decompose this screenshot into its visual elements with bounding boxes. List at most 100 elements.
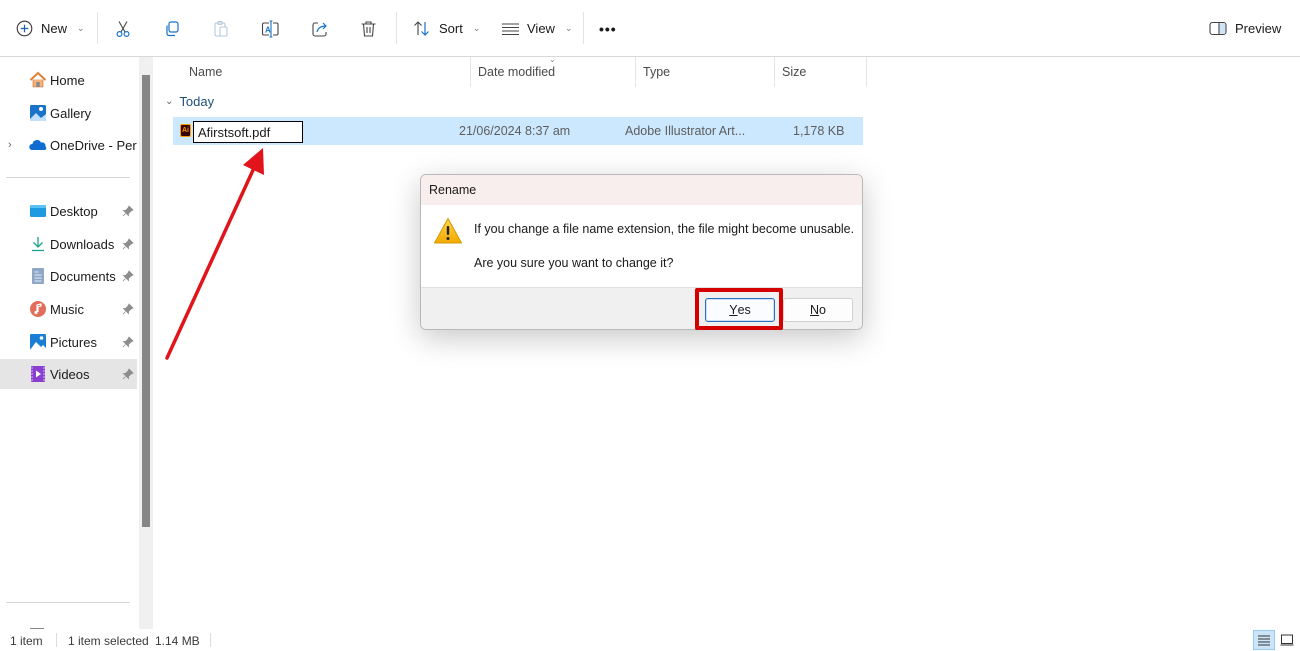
sidebar-item-downloads[interactable]: Downloads: [0, 229, 137, 259]
status-item-count: 1 item: [10, 634, 43, 648]
copy-icon: [163, 20, 181, 38]
rename-icon: A: [261, 19, 280, 38]
column-divider[interactable]: [866, 57, 867, 87]
pin-icon[interactable]: [122, 270, 134, 282]
column-header-date-modified[interactable]: Date modified: [478, 57, 555, 87]
sort-button[interactable]: Sort ⌄: [413, 12, 480, 45]
column-divider[interactable]: [470, 57, 471, 87]
more-icon: •••: [599, 20, 617, 37]
status-selection-size: 1.14 MB: [155, 634, 200, 648]
delete-icon: [360, 20, 377, 38]
videos-icon: [29, 365, 47, 383]
status-divider: [210, 633, 211, 647]
yes-button[interactable]: Yes: [705, 298, 775, 322]
plus-circle-icon: [16, 20, 33, 37]
sidebar-item-home[interactable]: Home: [0, 65, 137, 95]
sidebar-item-pictures[interactable]: Pictures: [0, 327, 137, 357]
column-header-label: Date modified: [478, 65, 556, 79]
chevron-right-icon[interactable]: ›: [8, 139, 12, 151]
column-header-type[interactable]: Type: [643, 57, 670, 87]
downloads-icon: [29, 235, 47, 253]
pin-icon[interactable]: [122, 238, 134, 250]
dialog-question: Are you sure you want to change it?: [474, 256, 674, 270]
view-icon: [502, 22, 519, 36]
sidebar-item-label: Documents: [50, 268, 116, 284]
sidebar-item-onedrive[interactable]: › OneDrive - Personal: [0, 130, 137, 160]
column-header-name[interactable]: Name: [189, 57, 222, 87]
sidebar-item-label: Music: [50, 301, 84, 317]
chevron-down-icon: ⌄: [77, 23, 85, 33]
column-header-label: Size: [782, 65, 807, 79]
pin-icon[interactable]: [122, 205, 134, 217]
rename-button[interactable]: A: [261, 12, 280, 45]
pictures-icon: [29, 333, 47, 351]
pin-icon[interactable]: [122, 303, 134, 315]
sidebar-item-music[interactable]: Music: [0, 294, 137, 324]
group-header-today[interactable]: ⌄ Today: [165, 94, 214, 109]
view-label: View: [527, 21, 555, 36]
new-button[interactable]: New ⌄: [16, 12, 85, 45]
navigation-pane: Home Gallery › OneDrive - Personal Deskt…: [0, 57, 140, 629]
svg-text:A: A: [265, 25, 271, 34]
delete-button[interactable]: [360, 12, 377, 45]
sidebar-item-desktop[interactable]: Desktop: [0, 196, 137, 226]
onedrive-icon: [29, 136, 47, 154]
music-icon: [29, 300, 47, 318]
home-icon: [29, 71, 47, 89]
preview-label: Preview: [1235, 21, 1282, 36]
sidebar-item-gallery[interactable]: Gallery: [0, 98, 137, 128]
column-divider[interactable]: [635, 57, 636, 87]
file-type: Adobe Illustrator Art...: [625, 124, 746, 138]
details-view-icon: [1258, 635, 1270, 646]
tiles-view-toggle[interactable]: [1276, 630, 1298, 650]
desktop-icon: [29, 202, 47, 220]
copy-button[interactable]: [163, 12, 181, 45]
dialog-body: If you change a file name extension, the…: [421, 205, 862, 287]
file-size: 1,178 KB: [793, 124, 845, 138]
sidebar-item-label: Gallery: [50, 105, 92, 121]
dialog-title: Rename: [421, 175, 862, 205]
pin-icon[interactable]: [122, 368, 134, 380]
sidebar-item-label: Home: [50, 72, 85, 88]
sidebar-item-videos[interactable]: Videos: [0, 359, 137, 389]
dialog-footer: Yes No: [421, 287, 862, 329]
file-date-modified: 21/06/2024 8:37 am: [459, 124, 571, 138]
yes-mnemonic: Y: [729, 303, 738, 317]
more-options-button[interactable]: •••: [599, 12, 617, 45]
sidebar-item-documents[interactable]: Documents: [0, 261, 137, 291]
column-header-size[interactable]: Size: [782, 57, 806, 87]
toolbar-divider: [583, 12, 584, 44]
group-label: Today: [179, 94, 215, 109]
rename-confirmation-dialog: Rename If you change a file name extensi…: [420, 174, 863, 330]
share-button[interactable]: [311, 12, 329, 45]
column-divider[interactable]: [774, 57, 775, 87]
no-label-rest: o: [819, 303, 826, 317]
view-button[interactable]: View ⌄: [502, 12, 573, 45]
share-icon: [311, 20, 329, 38]
warning-icon: [433, 217, 463, 245]
chevron-down-icon: ⌄: [472, 23, 481, 33]
yes-label-rest: es: [737, 303, 751, 317]
paste-button[interactable]: [212, 12, 230, 45]
documents-icon: [29, 267, 47, 285]
toolbar-divider: [97, 12, 98, 44]
file-row[interactable]: Ai Afirstsoft.pdf 21/06/2024 8:37 am Ado…: [173, 117, 863, 145]
status-divider: [56, 633, 57, 647]
sidebar-item-label: Videos: [50, 366, 90, 382]
no-button[interactable]: No: [783, 298, 853, 322]
chevron-down-icon: ⌄: [165, 96, 174, 107]
file-list-view: Name ⌄ Date modified Type Size ⌄ Today A…: [155, 55, 1300, 629]
chevron-down-icon: ⌄: [564, 23, 573, 33]
preview-pane-button[interactable]: Preview: [1209, 12, 1281, 45]
tiles-view-icon: [1280, 634, 1294, 646]
column-header-label: Type: [643, 65, 671, 79]
file-explorer-window: New ⌄ A Sort ⌄ View ⌄ ••• Preview Home G…: [0, 0, 1300, 651]
rename-input[interactable]: Afirstsoft.pdf: [193, 121, 303, 143]
details-view-toggle[interactable]: [1253, 630, 1275, 650]
pin-icon[interactable]: [122, 336, 134, 348]
command-bar: New ⌄ A Sort ⌄ View ⌄ ••• Preview: [0, 0, 1300, 57]
sidebar-scrollbar-thumb[interactable]: [142, 75, 150, 527]
cut-button[interactable]: [114, 12, 132, 45]
status-selection: 1 item selected: [68, 634, 149, 648]
dialog-message: If you change a file name extension, the…: [474, 222, 855, 236]
